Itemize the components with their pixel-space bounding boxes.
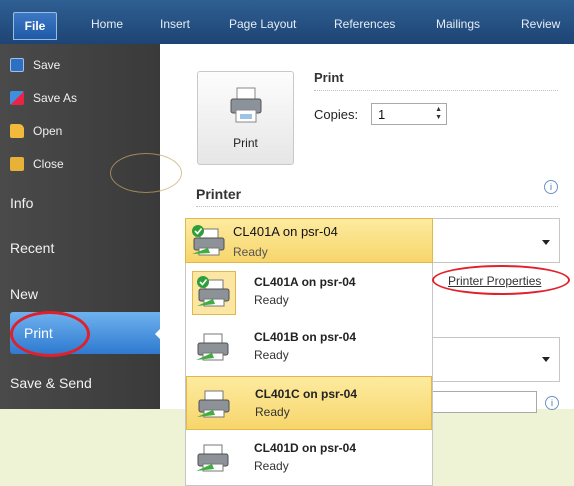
properties-highlight-ring (432, 265, 570, 295)
annotation-ring (110, 153, 182, 193)
tab-insert[interactable]: Insert (160, 14, 190, 34)
printer-icon (230, 87, 262, 123)
printer-status: Ready (254, 293, 289, 307)
selected-printer-name: CL401A on psr-04 (233, 224, 338, 239)
printer-divider (196, 206, 558, 207)
nav-save[interactable]: Save (10, 54, 60, 76)
printer-status: Ready (254, 348, 289, 362)
printer-status: Ready (254, 459, 289, 473)
nav-open[interactable]: Open (10, 120, 62, 142)
print-highlight-ring (10, 311, 90, 357)
chevron-down-icon[interactable] (542, 240, 550, 245)
chevron-down-icon[interactable] (542, 357, 550, 362)
print-button-label: Print (233, 136, 258, 150)
printer-heading: Printer (196, 186, 242, 202)
printer-icon (192, 225, 225, 256)
print-button[interactable]: Print (197, 71, 294, 165)
info-icon[interactable]: i (544, 180, 558, 194)
nav-save-as[interactable]: Save As (10, 87, 77, 109)
selected-printer-status: Ready (233, 245, 268, 259)
tab-review[interactable]: Review (521, 14, 560, 34)
printer-list: CL401A on psr-04 Ready CL401B on psr-04 … (185, 263, 433, 486)
tab-home[interactable]: Home (91, 14, 123, 34)
ribbon: File Home Insert Page Layout References … (0, 0, 574, 44)
printer-icon (192, 437, 236, 481)
printer-dropdown-field[interactable] (433, 218, 560, 263)
printer-name: CL401A on psr-04 (254, 275, 356, 289)
print-divider (314, 90, 558, 91)
print-heading: Print (314, 70, 344, 85)
nav-save-as-label: Save As (33, 91, 78, 105)
list-item[interactable]: CL401B on psr-04 Ready (186, 320, 432, 374)
list-item[interactable]: CL401D on psr-04 Ready (186, 431, 432, 485)
spin-arrows-icon[interactable]: ▲ ▼ (435, 106, 442, 122)
nav-recent[interactable]: Recent (10, 240, 54, 256)
nav-save-label: Save (33, 58, 61, 72)
copies-label: Copies: (314, 107, 359, 122)
save-icon (10, 58, 24, 72)
nav-close-label: Close (33, 157, 64, 171)
tab-references[interactable]: References (334, 14, 395, 34)
nav-open-label: Open (33, 124, 63, 138)
save-as-icon (10, 91, 24, 105)
settings-dropdown[interactable] (433, 337, 560, 382)
nav-close[interactable]: Close (10, 153, 64, 175)
pages-input[interactable] (433, 391, 537, 413)
list-item[interactable]: CL401C on psr-04 Ready (186, 376, 432, 430)
printer-status: Ready (255, 405, 290, 419)
printer-name: CL401D on psr-04 (254, 441, 357, 455)
printer-icon (193, 383, 237, 427)
nav-new[interactable]: New (10, 286, 38, 302)
printer-name: CL401C on psr-04 (255, 387, 358, 401)
tab-mailings[interactable]: Mailings (436, 14, 480, 34)
folder-close-icon (10, 157, 24, 171)
printer-default-icon (192, 271, 236, 315)
copies-value: 1 (378, 107, 386, 122)
tab-page-layout[interactable]: Page Layout (229, 14, 296, 34)
printer-name: CL401B on psr-04 (254, 330, 357, 344)
nav-save-send[interactable]: Save & Send (10, 375, 92, 391)
copies-stepper[interactable]: 1 ▲ ▼ (371, 103, 447, 125)
info-icon[interactable]: i (545, 396, 559, 410)
printer-icon (192, 326, 236, 370)
list-item[interactable]: CL401A on psr-04 Ready (186, 265, 432, 319)
nav-info[interactable]: Info (10, 195, 33, 211)
folder-open-icon (10, 124, 24, 138)
tab-file[interactable]: File (13, 12, 57, 40)
